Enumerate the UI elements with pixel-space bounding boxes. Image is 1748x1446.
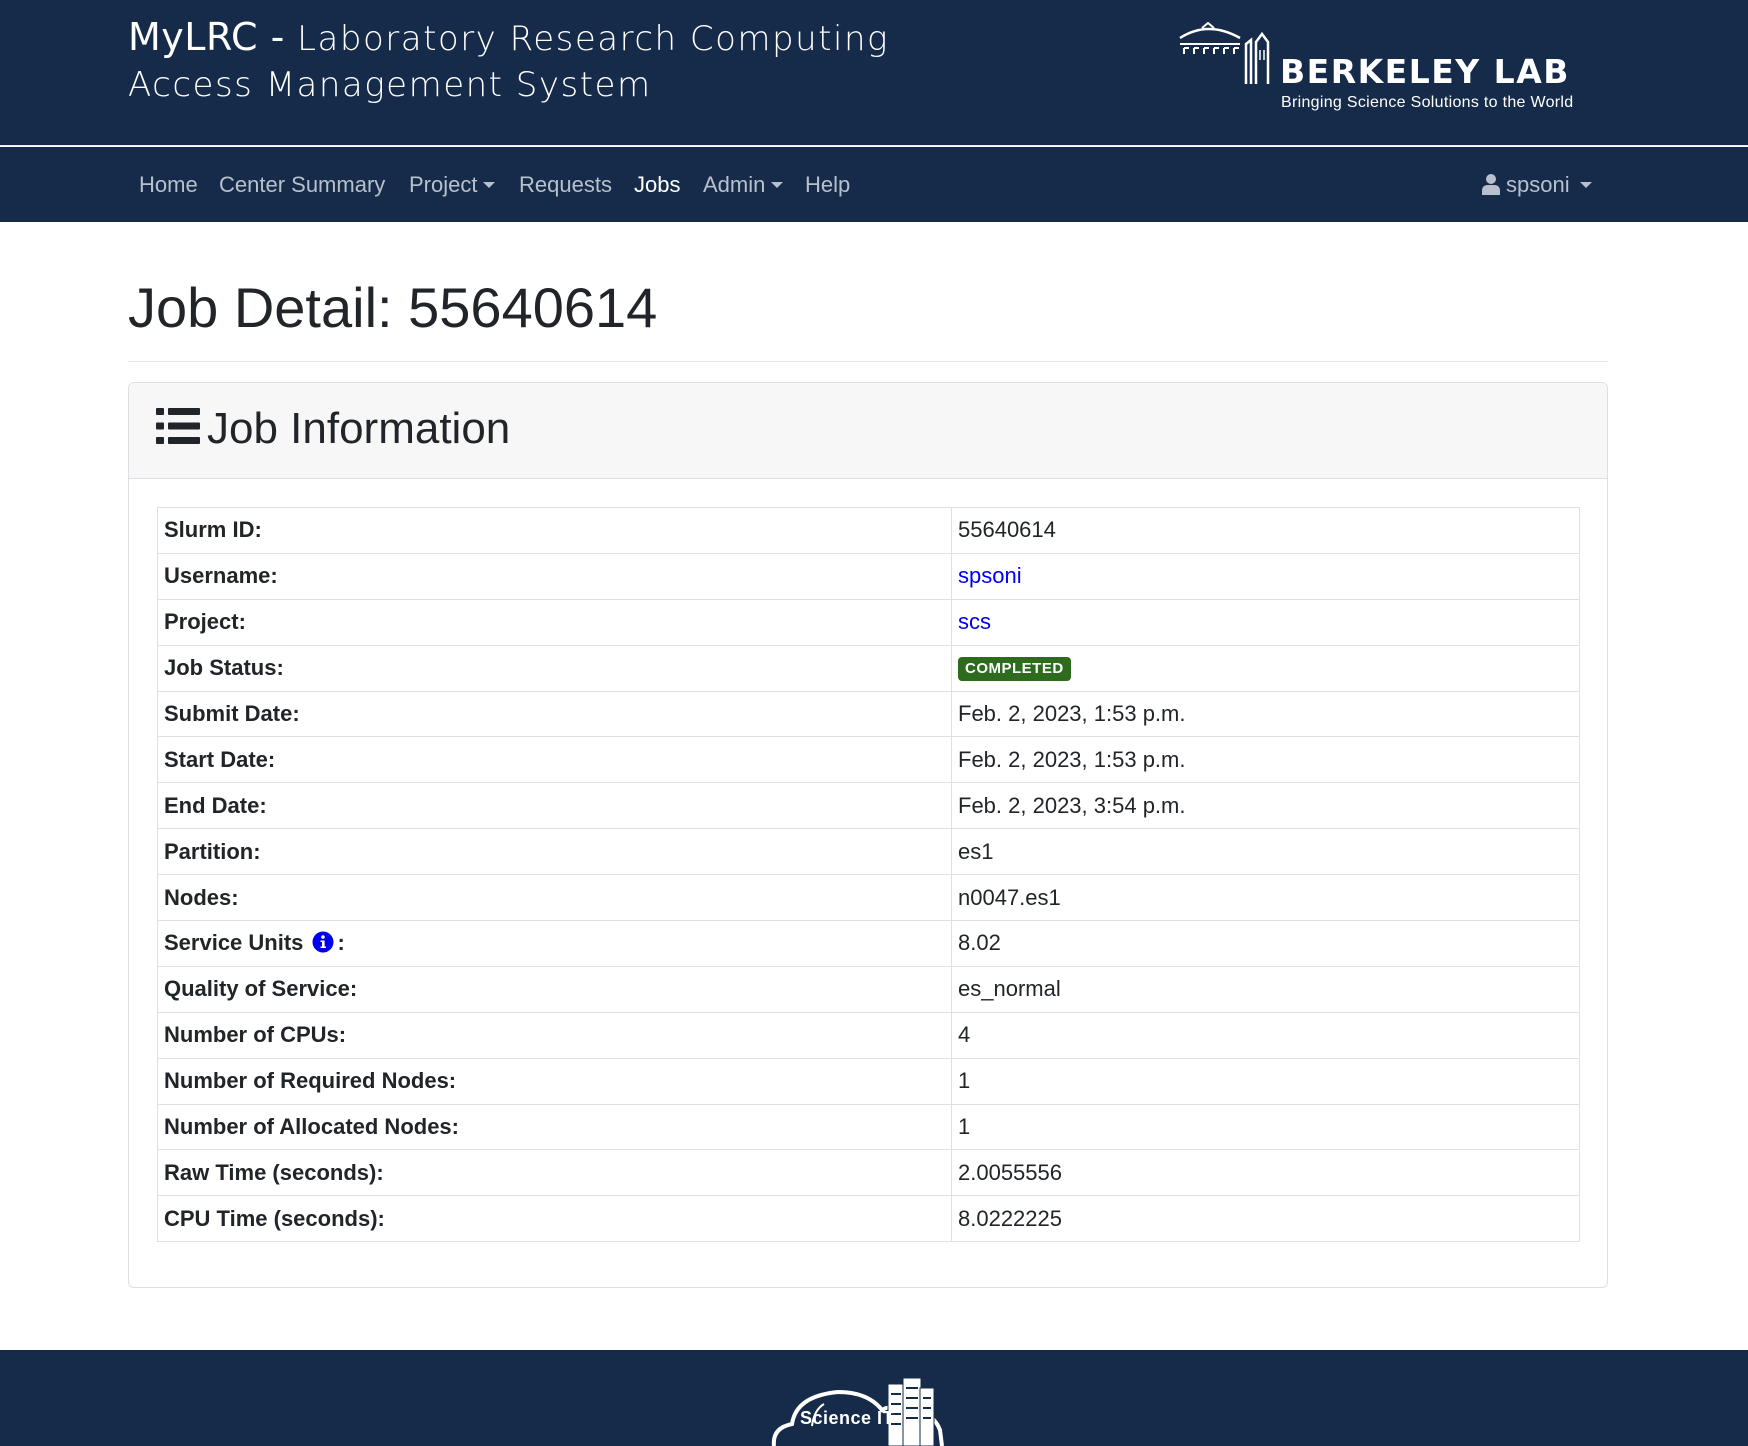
partition-value: es1: [951, 828, 1580, 876]
site-title-line2: Access Management System: [128, 65, 652, 105]
submit-date-value: Feb. 2, 2023, 1:53 p.m.: [951, 690, 1580, 738]
start-date-value: Feb. 2, 2023, 1:53 p.m.: [951, 736, 1580, 784]
site-title-line1: Laboratory Research Computing: [297, 19, 889, 59]
raw-time-value: 2.0055556: [951, 1149, 1580, 1197]
row-label: Project:: [157, 598, 952, 646]
nav-home[interactable]: Home: [139, 147, 198, 222]
row-label: Nodes:: [157, 874, 952, 922]
brand-header: MyLRC - Laboratory Research Computing Ac…: [0, 0, 1748, 146]
page-footer: Science IT: [0, 1350, 1748, 1446]
nav-center-summary[interactable]: Center Summary: [219, 147, 385, 222]
page-title: Job Detail: 55640614: [128, 276, 658, 339]
title-divider: [128, 361, 1608, 362]
nav-jobs[interactable]: Jobs: [634, 147, 680, 222]
nav-admin-label: Admin: [703, 172, 766, 197]
info-icon[interactable]: [312, 931, 334, 953]
status-badge: COMPLETED: [958, 657, 1071, 682]
row-label: Job Status:: [157, 644, 952, 692]
table-row: Number of CPUs: 4: [157, 1011, 1580, 1059]
job-info-table: Slurm ID: 55640614 Username: spsoni Proj…: [157, 507, 1580, 1243]
nav-requests[interactable]: Requests: [519, 147, 612, 222]
job-information-card: Job Information Slurm ID: 55640614 Usern…: [128, 382, 1608, 1288]
nav-project-label: Project: [409, 172, 478, 197]
row-label: Partition:: [157, 828, 952, 876]
table-row: Nodes: n0047.es1: [157, 874, 1580, 922]
service-units-label-cell: Service Units :: [157, 920, 952, 967]
main-navbar: Home Center Summary Project Requests Job…: [0, 147, 1748, 222]
card-header: Job Information: [129, 383, 1607, 479]
table-row: Project: scs: [157, 598, 1580, 646]
row-label: Quality of Service:: [157, 965, 952, 1013]
chevron-down-icon: [771, 182, 784, 188]
science-it-logo[interactable]: Science IT: [768, 1370, 968, 1446]
project-cell: scs: [951, 598, 1580, 646]
slurm-id-value: 55640614: [951, 507, 1580, 554]
table-row: Number of Allocated Nodes: 1: [157, 1103, 1580, 1151]
chevron-down-icon: [483, 182, 496, 188]
row-label: CPU Time (seconds):: [157, 1195, 952, 1243]
end-date-value: Feb. 2, 2023, 3:54 p.m.: [951, 782, 1580, 830]
username-cell: spsoni: [951, 552, 1580, 600]
site-title-strong: MyLRC -: [128, 15, 285, 59]
row-label: Number of CPUs:: [157, 1011, 952, 1059]
table-row: Raw Time (seconds): 2.0055556: [157, 1149, 1580, 1197]
footer-logo-text: Science IT: [800, 1408, 895, 1428]
required-nodes-value: 1: [951, 1057, 1580, 1105]
table-row: Username: spsoni: [157, 552, 1580, 600]
table-row: Number of Required Nodes: 1: [157, 1057, 1580, 1105]
service-units-value: 8.02: [951, 920, 1580, 967]
row-label: Number of Allocated Nodes:: [157, 1103, 952, 1151]
job-status-cell: COMPLETED: [951, 644, 1580, 692]
lab-name: BERKELEY LAB: [1280, 52, 1570, 91]
table-row: CPU Time (seconds): 8.0222225: [157, 1195, 1580, 1243]
card-title: Job Information: [207, 404, 511, 453]
user-icon: [1482, 174, 1500, 195]
row-label: Submit Date:: [157, 690, 952, 738]
table-row: Partition: es1: [157, 828, 1580, 876]
table-row: Start Date: Feb. 2, 2023, 1:53 p.m.: [157, 736, 1580, 784]
nodes-value: n0047.es1: [951, 874, 1580, 922]
nav-project-dropdown[interactable]: Project: [409, 147, 496, 222]
table-row: Service Units : 8.02: [157, 920, 1580, 967]
cpus-value: 4: [951, 1011, 1580, 1059]
cpu-time-value: 8.0222225: [951, 1195, 1580, 1243]
lab-tagline: Bringing Science Solutions to the World: [1281, 94, 1574, 111]
row-label: Raw Time (seconds):: [157, 1149, 952, 1197]
row-label: Service Units: [164, 930, 304, 956]
site-title[interactable]: MyLRC - Laboratory Research Computing Ac…: [128, 14, 889, 108]
chevron-down-icon: [1579, 182, 1592, 188]
table-row: Job Status: COMPLETED: [157, 644, 1580, 692]
username-link[interactable]: spsoni: [958, 563, 1022, 588]
row-label: Slurm ID:: [157, 507, 952, 554]
table-row: Slurm ID: 55640614: [157, 507, 1580, 554]
user-menu-label: spsoni: [1506, 172, 1570, 197]
row-label: End Date:: [157, 782, 952, 830]
project-link[interactable]: scs: [958, 609, 991, 634]
list-icon: [156, 408, 200, 444]
nav-admin-dropdown[interactable]: Admin: [703, 147, 784, 222]
table-row: End Date: Feb. 2, 2023, 3:54 p.m.: [157, 782, 1580, 830]
table-row: Quality of Service: es_normal: [157, 965, 1580, 1013]
lab-building-icon: [1179, 22, 1270, 84]
berkeley-lab-logo[interactable]: BERKELEY LAB Bringing Science Solutions …: [1178, 22, 1598, 122]
allocated-nodes-value: 1: [951, 1103, 1580, 1151]
nav-help[interactable]: Help: [805, 147, 850, 222]
row-label: Username:: [157, 552, 952, 600]
user-menu-dropdown[interactable]: spsoni: [1482, 147, 1592, 222]
table-row: Submit Date: Feb. 2, 2023, 1:53 p.m.: [157, 690, 1580, 738]
qos-value: es_normal: [951, 965, 1580, 1013]
label-colon: :: [337, 930, 345, 956]
row-label: Number of Required Nodes:: [157, 1057, 952, 1105]
row-label: Start Date:: [157, 736, 952, 784]
